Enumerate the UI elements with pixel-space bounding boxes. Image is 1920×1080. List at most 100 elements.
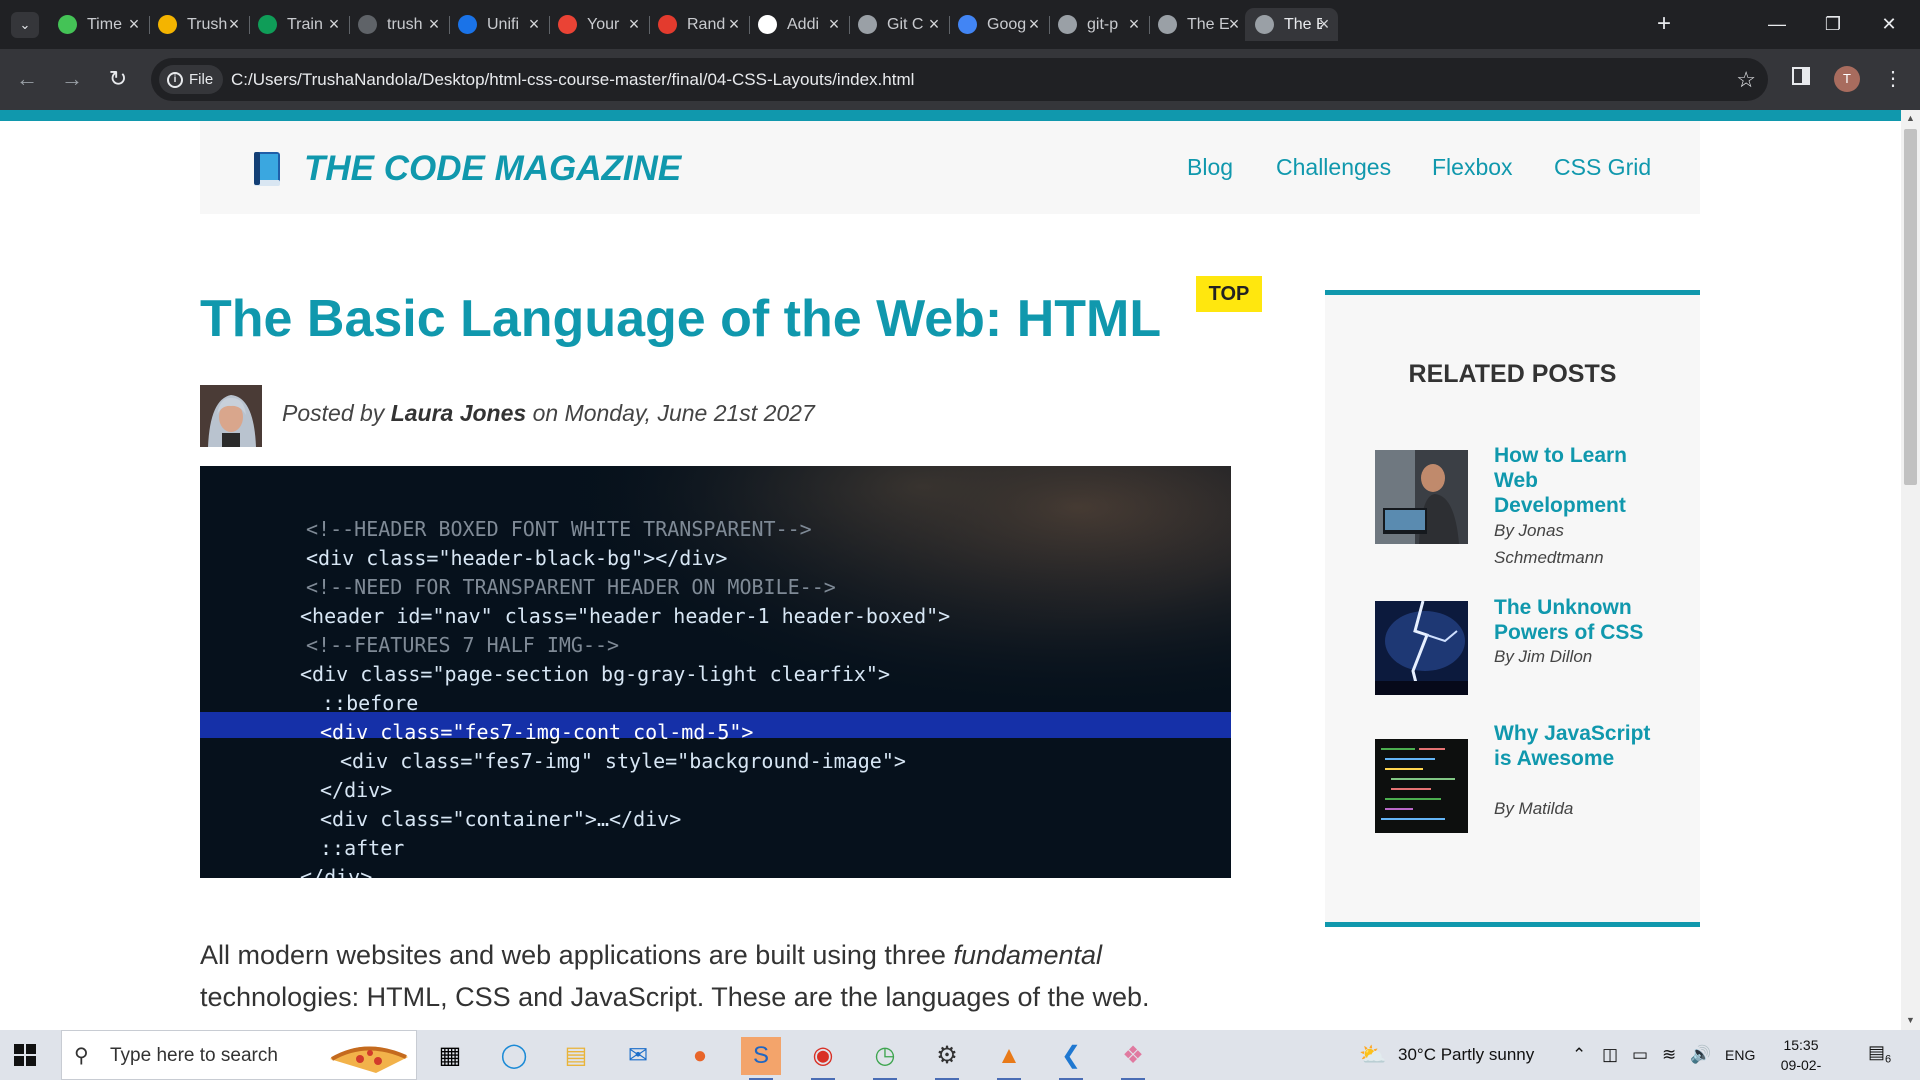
scroll-thumb[interactable] [1904,129,1917,485]
browser-tab[interactable]: Time × [48,8,150,41]
related-post-author-2: By Jim Dillon [1494,647,1593,666]
nav-css-grid[interactable]: CSS Grid [1554,154,1651,181]
r-icon [658,15,677,34]
browser-tab[interactable]: Your × [548,8,650,41]
nav-flexbox[interactable]: Flexbox [1432,154,1513,181]
tab-close-icon[interactable]: × [1124,14,1144,34]
code-line: <div class="container">…</div> [320,807,681,831]
tab-close-icon[interactable]: × [624,14,644,34]
related-posts-title: RELATED POSTS [1408,360,1617,388]
code-line: <header id="nav" class="header header-1 … [300,604,950,628]
tab-close-icon[interactable]: × [924,14,944,34]
menu-icon[interactable]: ⋮ [1878,64,1908,94]
close-window-button[interactable]: ✕ [1862,8,1916,40]
address-bar[interactable]: i File C:/Users/TrushaNandola/Desktop/ht… [151,58,1768,101]
url-text[interactable]: C:/Users/TrushaNandola/Desktop/html-css-… [231,70,914,90]
tab-close-icon[interactable]: × [324,14,344,34]
shield-icon [458,15,477,34]
browser-tab[interactable]: git-p × [1048,8,1150,41]
scroll-up-arrow[interactable]: ▲ [1905,113,1916,124]
windows-taskbar: ⚲ Type here to search ▦ ◯ ▤ ✉ ● S ◉ ◷ ⚙ … [0,1030,1920,1080]
vscode-icon[interactable]: ❮ [1051,1037,1091,1080]
related-post-image-1[interactable] [1375,450,1468,544]
related-post-title-3[interactable]: Why JavaScript is Awesome [1494,721,1664,771]
tab-close-icon[interactable]: × [224,14,244,34]
tab-close-icon[interactable]: × [524,14,544,34]
notification-icon[interactable]: ▤6 [1868,1042,1894,1066]
forward-button[interactable]: → [57,64,87,94]
bookmark-star-icon[interactable]: ☆ [1736,67,1756,93]
author-name: Laura Jones [390,400,527,426]
related-post-image-3[interactable] [1375,739,1468,833]
clock[interactable]: 15:35 09-02-2024 [1766,1035,1836,1080]
chrome-icon[interactable]: ◉ [803,1037,843,1080]
nav-challenges[interactable]: Challenges [1276,154,1391,181]
volume-icon[interactable]: 🔊 [1690,1030,1711,1080]
browser-tab[interactable]: Trush × [148,8,250,41]
tab-close-icon[interactable]: × [1314,14,1334,34]
settings-gear-icon[interactable]: ⚙ [927,1037,967,1080]
clock-time: 15:35 [1783,1037,1819,1053]
browser-tab[interactable]: The E × [1148,8,1248,41]
tray-device-icon[interactable]: ◫ [1602,1030,1618,1080]
tab-close-icon[interactable]: × [1024,14,1044,34]
tab-strip: ⌄ Time × Trush × Train × trush × Unifi × Your × Rand… [0,0,1920,49]
time-tracker-icon[interactable]: ◷ [865,1037,905,1080]
browser-tab[interactable]: trush × [348,8,450,41]
back-button[interactable]: ← [12,64,42,94]
browser-tab[interactable]: Unifi × [448,8,550,41]
site-info-chip[interactable]: i File [159,65,224,94]
edge-icon[interactable]: ◯ [494,1037,534,1075]
reload-button[interactable]: ↻ [103,64,133,94]
code-line: <!--FEATURES 7 HALF IMG--> [306,633,619,657]
new-tab-button[interactable]: + [1651,12,1677,38]
file-explorer-icon[interactable]: ▤ [556,1037,596,1075]
profile-avatar[interactable]: T [1834,66,1860,92]
related-post-title-2[interactable]: The Unknown Powers of CSS [1494,595,1664,645]
restore-button[interactable]: ❐ [1806,8,1860,40]
browser-tab[interactable]: Train × [248,8,350,41]
browser-tab[interactable]: Git C × [848,8,950,41]
tab-close-icon[interactable]: × [724,14,744,34]
code-line: ::before [322,691,418,715]
taskbar-search-placeholder: Type here to search [110,1045,278,1066]
browser-tab[interactable]: The E × [1245,8,1338,41]
skype-icon[interactable]: S [741,1037,781,1080]
scroll-down-arrow[interactable]: ▼ [1905,1015,1916,1026]
minimize-button[interactable]: — [1750,8,1804,40]
firefox-icon[interactable]: ● [680,1037,720,1075]
browser-tab[interactable]: Addi × [748,8,850,41]
browser-tab[interactable]: Rand × [648,8,750,41]
tab-close-icon[interactable]: × [424,14,444,34]
tab-close-icon[interactable]: × [1224,14,1244,34]
tab-search-button[interactable]: ⌄ [11,12,39,38]
taskbar-search[interactable]: ⚲ Type here to search [61,1030,417,1080]
site-header: THE CODE MAGAZINE Blog Challenges Flexbo… [200,121,1700,214]
mail-icon[interactable]: ✉ [618,1037,658,1075]
windows-start-icon[interactable] [14,1044,36,1066]
browser-tab[interactable]: Goog × [948,8,1050,41]
weather-icon: ⛅ [1359,1042,1387,1067]
vlc-icon[interactable]: ▲ [989,1037,1029,1080]
task-view-icon[interactable]: ▦ [430,1037,470,1075]
page-scrollbar[interactable]: ▲ ▼ [1901,110,1920,1030]
accent-top-bar [0,110,1901,121]
side-panel-icon[interactable] [1786,64,1816,94]
weather-text[interactable]: 30°C Partly sunny [1398,1030,1534,1080]
related-post-author-1: By Jonas Schmedtmann [1494,521,1604,567]
nav-blog[interactable]: Blog [1187,154,1233,181]
app-icon[interactable]: ❖ [1113,1037,1153,1080]
language-indicator[interactable]: ENG [1725,1030,1755,1080]
loading-icon [358,15,377,34]
code-line: <!--HEADER BOXED FONT WHITE TRANSPARENT-… [306,517,812,541]
info-icon: i [167,71,183,88]
site-logo[interactable]: THE CODE MAGAZINE [304,149,681,189]
battery-icon[interactable]: ▭ [1632,1030,1648,1080]
tab-close-icon[interactable]: × [124,14,144,34]
tab-close-icon[interactable]: × [824,14,844,34]
tray-chevron-icon[interactable]: ⌃ [1572,1030,1586,1080]
related-post-image-2[interactable] [1375,601,1468,695]
sheets-icon [258,15,277,34]
wifi-icon[interactable]: ≋ [1662,1030,1676,1080]
related-post-title-1[interactable]: How to Learn Web Development [1494,443,1664,518]
